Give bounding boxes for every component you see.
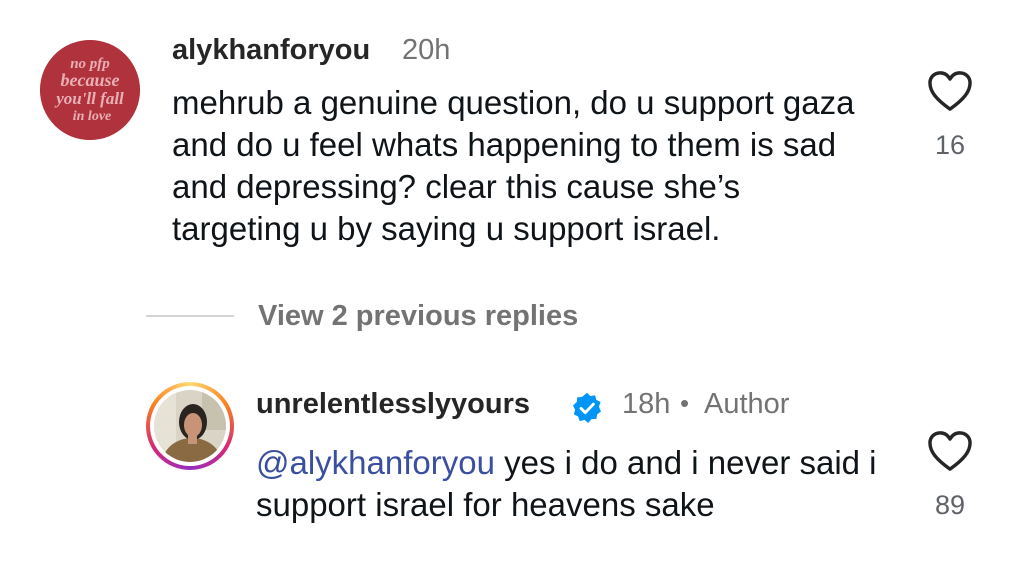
reply-username[interactable]: unrelentlesslyyours	[256, 388, 530, 421]
view-replies-label: View 2 previous replies	[258, 299, 579, 332]
comment-username[interactable]: alykhanforyou	[172, 34, 370, 67]
like-count: 16	[934, 130, 966, 160]
reply-unrelentlesslyyours: unrelentlesslyyours 18h • Author @alykha…	[0, 360, 1024, 573]
separator-dot: •	[680, 388, 690, 418]
comment-timestamp: 20h	[402, 34, 451, 66]
svg-text:you'll fall: you'll fall	[54, 89, 124, 108]
avatar[interactable]: no pfp because you'll fall in love	[40, 40, 140, 140]
avatar	[150, 386, 230, 466]
reply-timestamp: 18h	[622, 388, 671, 420]
heart-icon	[928, 71, 972, 111]
like-count: 89	[934, 490, 966, 520]
like-button[interactable]: 89	[920, 430, 980, 521]
avatar-text-art: no pfp because you'll fall in love	[40, 40, 140, 140]
svg-text:in love: in love	[73, 109, 112, 124]
author-label: Author	[704, 388, 790, 420]
reply-text: @alykhanforyou yes i do and i never said…	[256, 442, 896, 526]
mention-link[interactable]: @alykhanforyou	[256, 444, 495, 481]
like-button[interactable]: 16	[920, 70, 980, 161]
comment-alykhanforyou: no pfp because you'll fall in love alykh…	[0, 0, 1024, 300]
view-previous-replies-button[interactable]: View 2 previous replies	[146, 296, 578, 336]
svg-text:because: because	[61, 70, 120, 90]
verified-badge-icon	[570, 391, 604, 430]
heart-icon	[928, 431, 972, 471]
comment-text: mehrub a genuine question, do u support …	[172, 84, 855, 247]
profile-photo	[154, 390, 226, 462]
story-ring-avatar[interactable]	[146, 382, 234, 470]
divider-line	[146, 315, 234, 317]
